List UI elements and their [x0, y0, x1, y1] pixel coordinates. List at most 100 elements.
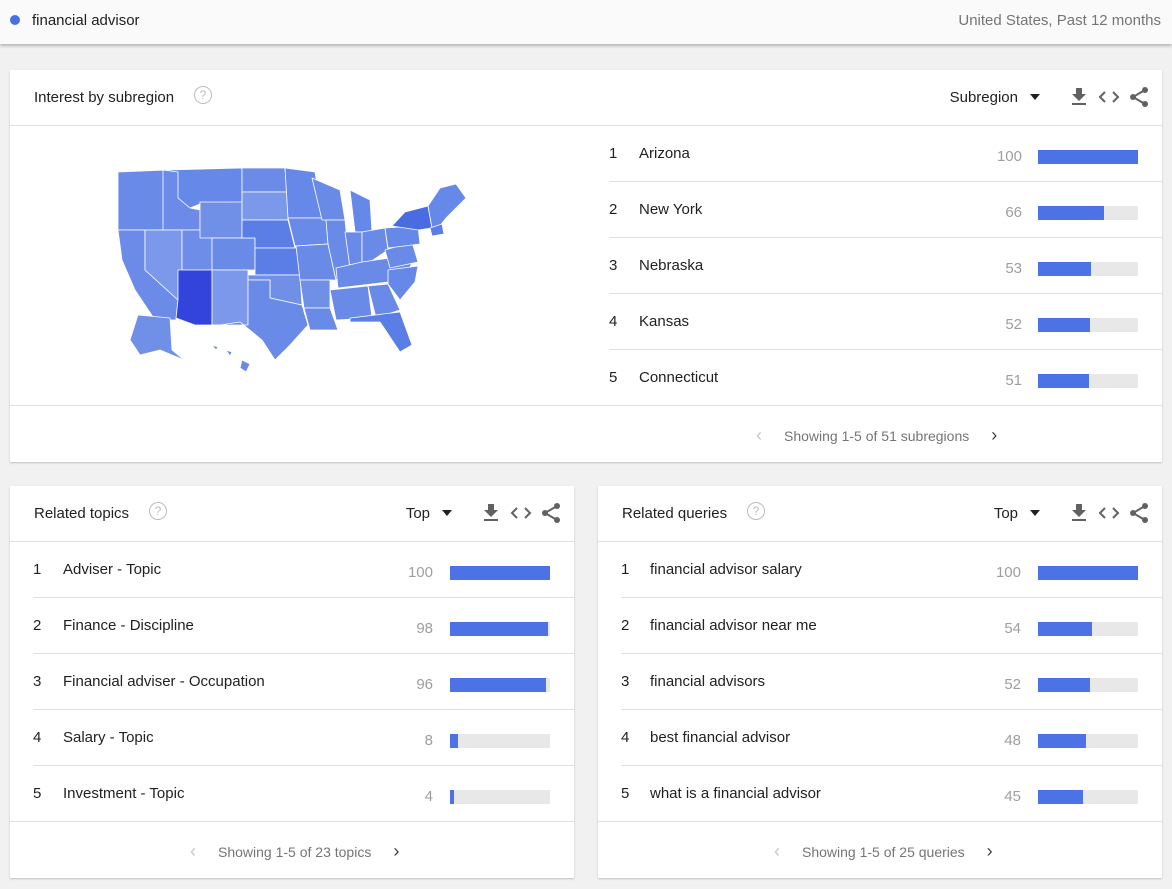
- previous-page-icon[interactable]: ‹: [186, 841, 200, 862]
- embed-code-icon[interactable]: [510, 502, 532, 524]
- share-icon[interactable]: [1128, 502, 1150, 524]
- embed-code-icon[interactable]: [1098, 502, 1120, 524]
- next-page-icon[interactable]: ›: [987, 425, 1001, 446]
- map-region-louisiana[interactable]: [303, 307, 339, 331]
- map-region-hawaii[interactable]: [211, 344, 251, 373]
- item-name[interactable]: Finance - Discipline: [63, 617, 194, 634]
- value-bar-fill: [1038, 262, 1091, 276]
- map-region-pacific-northwest[interactable]: [117, 169, 169, 231]
- share-icon[interactable]: [540, 502, 562, 524]
- list-item[interactable]: 2 Finance - Discipline 98: [33, 598, 574, 654]
- value-bar-fill: [1038, 566, 1138, 580]
- item-value: 51: [1005, 372, 1022, 389]
- rank: 5: [609, 369, 618, 386]
- card-title: Interest by subregion: [34, 89, 175, 106]
- item-name[interactable]: Investment - Topic: [63, 785, 184, 802]
- value-bar: [450, 790, 550, 804]
- map-region-new-york[interactable]: [391, 205, 433, 231]
- list-item[interactable]: 3 Nebraska 53: [609, 238, 1162, 294]
- next-page-icon[interactable]: ›: [389, 841, 403, 862]
- item-name[interactable]: Salary - Topic: [63, 729, 154, 746]
- item-value: 52: [1005, 316, 1022, 333]
- map-region-michigan[interactable]: [349, 189, 373, 233]
- list-item[interactable]: 2 New York 66: [609, 182, 1162, 238]
- card-header: Related topics ? Top: [10, 486, 574, 542]
- map-region-ohio[interactable]: [361, 227, 389, 263]
- map-region-north-dakota[interactable]: [241, 167, 288, 193]
- search-term[interactable]: financial advisor: [32, 12, 140, 29]
- item-name[interactable]: what is a financial advisor: [650, 785, 821, 802]
- list-item[interactable]: 4 best financial advisor 48: [621, 710, 1162, 766]
- card-title: Related topics: [34, 505, 130, 522]
- share-icon[interactable]: [1128, 86, 1150, 108]
- map-region-new-mexico[interactable]: [211, 269, 249, 326]
- previous-page-icon[interactable]: ‹: [770, 841, 784, 862]
- map-region-mississippi-alabama[interactable]: [329, 285, 373, 321]
- top-rising-selector[interactable]: Top: [994, 505, 1018, 522]
- resolution-selector[interactable]: Subregion: [950, 89, 1018, 106]
- help-icon[interactable]: ?: [149, 502, 167, 520]
- item-name[interactable]: Adviser - Topic: [63, 561, 161, 578]
- map-region-south-dakota[interactable]: [241, 191, 289, 221]
- item-name[interactable]: financial advisors: [650, 673, 765, 690]
- embed-code-icon[interactable]: [1098, 86, 1120, 108]
- card-title: Related queries: [622, 505, 728, 522]
- map-region-arizona[interactable]: [175, 269, 213, 326]
- chevron-down-icon[interactable]: [1030, 510, 1040, 516]
- item-name[interactable]: financial advisor salary: [650, 561, 802, 578]
- list-item[interactable]: 4 Salary - Topic 8: [33, 710, 574, 766]
- map-region-colorado[interactable]: [211, 237, 256, 271]
- list-item[interactable]: 5 what is a financial advisor 45: [621, 766, 1162, 822]
- item-name[interactable]: Kansas: [639, 313, 689, 330]
- map-region-iowa[interactable]: [287, 217, 329, 247]
- item-name[interactable]: financial advisor near me: [650, 617, 817, 634]
- help-icon[interactable]: ?: [194, 86, 212, 104]
- map-region-arkansas[interactable]: [299, 279, 331, 309]
- map-region-new-england[interactable]: [427, 183, 467, 233]
- item-name[interactable]: best financial advisor: [650, 729, 790, 746]
- map-region-kansas[interactable]: [254, 247, 301, 276]
- value-bar-fill: [450, 678, 546, 692]
- download-icon[interactable]: [480, 502, 502, 524]
- chevron-down-icon[interactable]: [1030, 94, 1040, 100]
- list-item[interactable]: 5 Connecticut 51: [609, 350, 1162, 406]
- item-value: 48: [1004, 732, 1021, 749]
- value-bar: [450, 734, 550, 748]
- value-bar: [450, 678, 550, 692]
- list-item[interactable]: 3 financial advisors 52: [621, 654, 1162, 710]
- list-item[interactable]: 4 Kansas 52: [609, 294, 1162, 350]
- next-page-icon[interactable]: ›: [983, 841, 997, 862]
- value-bar: [1038, 374, 1138, 388]
- topics-list: 1 Adviser - Topic 100 2 Finance - Discip…: [33, 542, 574, 822]
- download-icon[interactable]: [1068, 502, 1090, 524]
- value-bar-fill: [450, 622, 548, 636]
- list-item[interactable]: 2 financial advisor near me 54: [621, 598, 1162, 654]
- item-value: 4: [424, 788, 433, 805]
- value-bar-fill: [1038, 678, 1090, 692]
- item-name[interactable]: Arizona: [639, 145, 690, 162]
- item-name[interactable]: Financial adviser - Occupation: [63, 673, 265, 690]
- us-choropleth-map[interactable]: [100, 150, 480, 380]
- item-name[interactable]: New York: [639, 201, 702, 218]
- map-region-alaska[interactable]: [129, 314, 185, 361]
- value-bar-fill: [1038, 206, 1104, 220]
- rank: 3: [621, 673, 630, 690]
- download-icon[interactable]: [1068, 86, 1090, 108]
- list-item[interactable]: 5 Investment - Topic 4: [33, 766, 574, 822]
- card-toolbar: Subregion: [950, 85, 1150, 109]
- map-region-wyoming[interactable]: [199, 201, 243, 239]
- list-item[interactable]: 1 Arizona 100: [609, 126, 1162, 182]
- chevron-down-icon[interactable]: [442, 510, 452, 516]
- item-name[interactable]: Nebraska: [639, 257, 703, 274]
- previous-page-icon[interactable]: ‹: [752, 425, 766, 446]
- help-icon[interactable]: ?: [747, 502, 765, 520]
- value-bar: [1038, 678, 1138, 692]
- map-region-florida[interactable]: [349, 311, 413, 353]
- list-item[interactable]: 3 Financial adviser - Occupation 96: [33, 654, 574, 710]
- item-name[interactable]: Connecticut: [639, 369, 718, 386]
- rank: 5: [33, 785, 42, 802]
- top-rising-selector[interactable]: Top: [406, 505, 430, 522]
- list-item[interactable]: 1 financial advisor salary 100: [621, 542, 1162, 598]
- pagination: ‹ Showing 1-5 of 25 queries ›: [598, 821, 1162, 878]
- list-item[interactable]: 1 Adviser - Topic 100: [33, 542, 574, 598]
